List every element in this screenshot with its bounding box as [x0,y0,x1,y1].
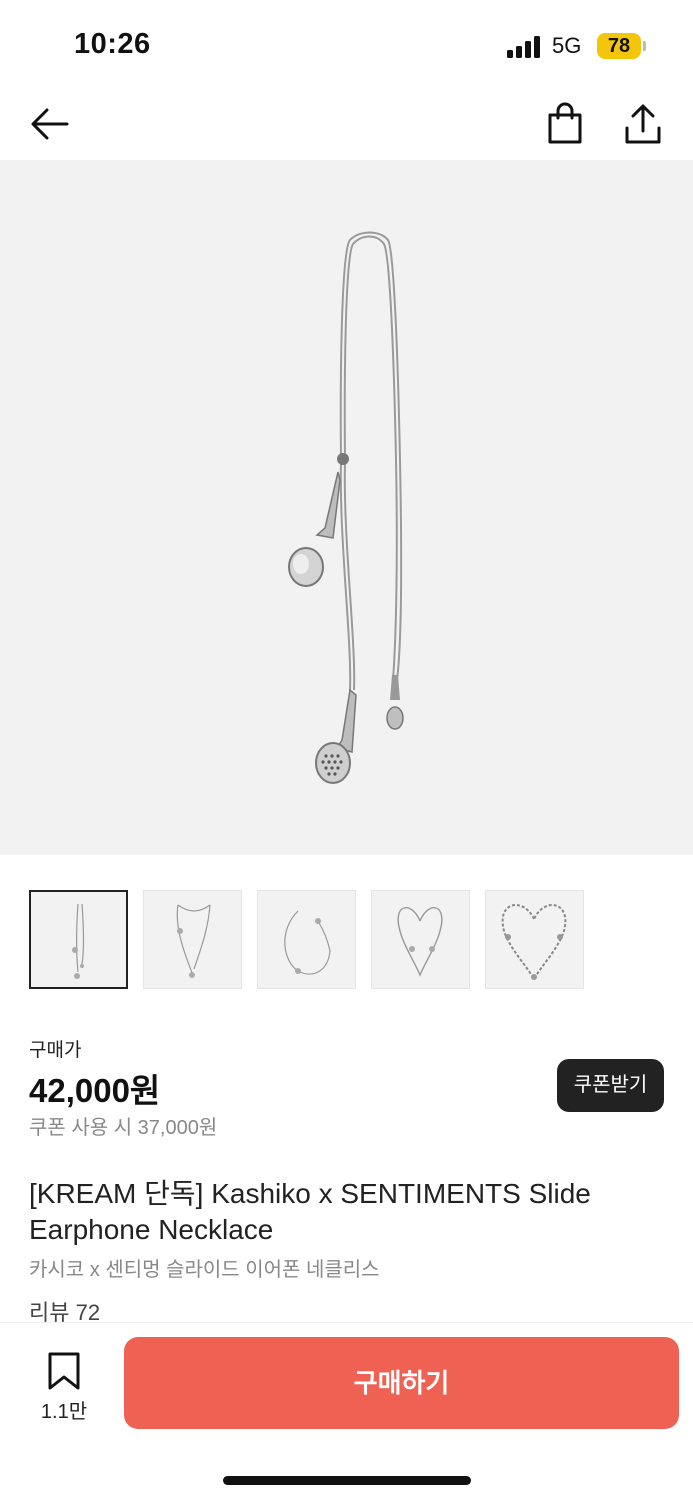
shopping-bag-icon[interactable] [543,102,587,146]
thumbnail-5[interactable] [485,890,584,989]
thumbnail-1[interactable] [29,890,128,989]
bookmark-button[interactable]: 1.1만 [34,1351,94,1423]
price-value: 42,000원 [29,1072,161,1109]
signal-icon [507,36,540,58]
bookmark-count: 1.1만 [40,1401,88,1423]
bookmark-icon [48,1352,80,1390]
price-label: 구매가 [29,1040,82,1061]
status-time: 10:26 [74,28,151,60]
thumbnail-3[interactable] [257,890,356,989]
battery-tip [643,41,646,51]
product-title: [KREAM 단독] Kashiko x SENTIMENTS Slide Ea… [29,1178,591,1245]
network-label: 5G [552,33,582,58]
earphone-necklace-image [288,231,404,784]
thumbnail-4[interactable] [371,890,470,989]
arrow-left-icon[interactable] [27,102,71,146]
home-indicator[interactable] [223,1476,471,1485]
share-icon[interactable] [621,102,665,146]
thumbnail-strip [29,890,584,989]
product-image[interactable] [0,160,693,855]
bottom-bar: 1.1만 구매하기 [0,1322,693,1500]
product-subtitle: 카시코 x 센티멍 슬라이드 이어폰 네클리스 [29,1259,380,1281]
nav-bar [0,88,693,160]
buy-button[interactable]: 구매하기 [124,1337,679,1429]
battery-indicator: 78 [597,33,641,59]
status-bar: 10:26 5G 78 [0,0,693,88]
coupon-price: 쿠폰 사용 시 37,000원 [29,1117,218,1139]
thumbnail-2[interactable] [143,890,242,989]
coupon-button[interactable]: 쿠폰받기 [557,1059,664,1112]
